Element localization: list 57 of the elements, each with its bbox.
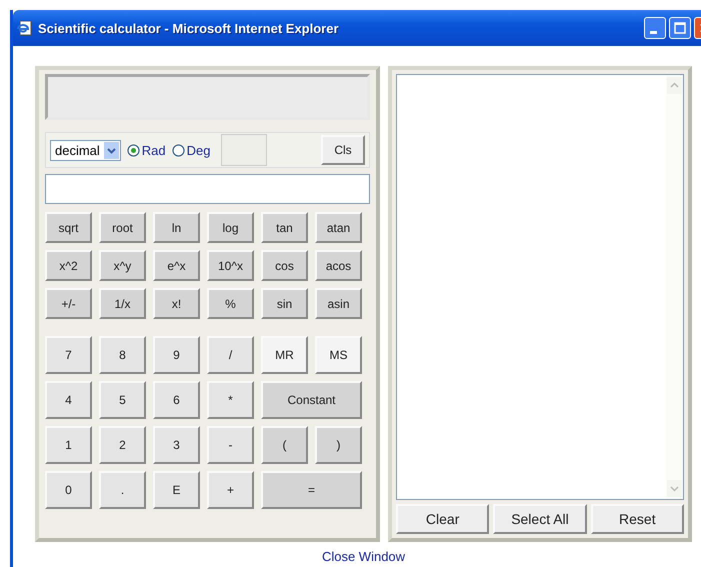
- calculator-key[interactable]: MR: [261, 336, 308, 374]
- calculator-key[interactable]: x!: [153, 288, 200, 319]
- calculator-key[interactable]: e^x: [153, 250, 200, 281]
- calculator-key[interactable]: *: [207, 381, 254, 419]
- page-icon: [17, 20, 33, 36]
- minimize-button[interactable]: [644, 17, 666, 39]
- calculator-key[interactable]: x^y: [99, 250, 146, 281]
- calculator-key[interactable]: -: [207, 426, 254, 464]
- calculator-key[interactable]: sin: [261, 288, 308, 319]
- maximize-button[interactable]: [669, 17, 691, 39]
- calculator-key[interactable]: 9: [153, 336, 200, 374]
- radio-button[interactable]: [172, 144, 185, 156]
- calculator-key[interactable]: tan: [261, 212, 308, 243]
- calculator-key[interactable]: ): [315, 426, 362, 464]
- input-field[interactable]: [45, 174, 370, 204]
- radio-label: Rad: [142, 142, 166, 158]
- history-button[interactable]: Clear: [396, 504, 490, 534]
- calculator-key[interactable]: .: [99, 471, 146, 509]
- minimize-icon: [650, 30, 656, 34]
- calculator-key[interactable]: x^2: [45, 250, 92, 281]
- calculator-key[interactable]: Constant: [261, 381, 362, 419]
- calculator-key[interactable]: 0: [45, 471, 92, 509]
- calculator-key[interactable]: /: [207, 336, 254, 374]
- calculator-key[interactable]: acos: [315, 250, 362, 281]
- base-dropdown[interactable]: decimal: [50, 140, 121, 160]
- calculator-key[interactable]: +: [207, 471, 254, 509]
- calculator-key[interactable]: E: [153, 471, 200, 509]
- calculator-key[interactable]: 10^x: [207, 250, 254, 281]
- calculator-key[interactable]: root: [99, 212, 146, 243]
- radio-label: Deg: [186, 142, 211, 158]
- calculator-key[interactable]: (: [261, 426, 308, 464]
- calculator-key[interactable]: MS: [315, 336, 362, 374]
- window-title: Scientific calculator - Microsoft Internet Explorer: [38, 20, 340, 36]
- calculator-key[interactable]: 3: [153, 426, 200, 464]
- calculator-key[interactable]: 8: [99, 336, 146, 374]
- calculator-key[interactable]: 2: [99, 426, 146, 464]
- calculator-key[interactable]: 6: [153, 381, 200, 419]
- calculator-key[interactable]: 7: [45, 336, 92, 374]
- calculator-key[interactable]: ln: [153, 212, 200, 243]
- history-button[interactable]: Reset: [590, 504, 684, 534]
- calculator-key[interactable]: 1: [45, 426, 92, 464]
- calculator-key[interactable]: atan: [315, 212, 362, 243]
- calculator-key[interactable]: +/-: [45, 288, 92, 319]
- calculator-key[interactable]: asin: [315, 288, 362, 319]
- calculator-key[interactable]: cos: [261, 250, 308, 281]
- maximize-icon: [674, 22, 686, 34]
- calculator-key[interactable]: 4: [45, 381, 92, 419]
- calculator-key[interactable]: =: [261, 471, 362, 509]
- calculator-key[interactable]: log: [207, 212, 254, 243]
- close-window-link[interactable]: Close Window: [322, 549, 406, 564]
- calculator-key[interactable]: sqrt: [45, 212, 92, 243]
- clear-screen-button[interactable]: Cls: [321, 135, 365, 165]
- calculator-key[interactable]: 1/x: [99, 288, 146, 319]
- history-button[interactable]: Select All: [493, 504, 587, 534]
- calculator-key[interactable]: %: [207, 288, 254, 319]
- radio-button[interactable]: [126, 144, 140, 156]
- calculator-key[interactable]: 5: [99, 381, 146, 419]
